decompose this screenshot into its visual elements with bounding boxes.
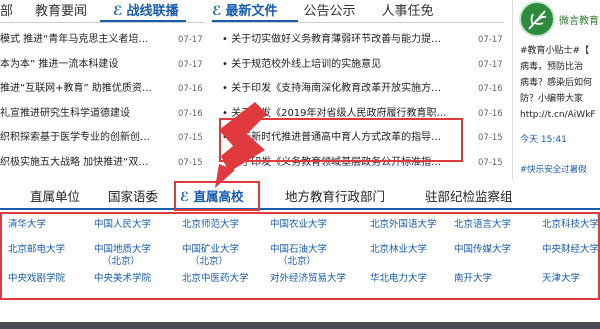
tab-frontline-label: 战线联播	[126, 4, 179, 19]
news-date: 07-17	[178, 35, 203, 45]
highlight-box-university-grid	[0, 212, 600, 300]
active-underline-right	[212, 20, 298, 22]
tabs-right: ℰ 最新文件 公告公示 人事任免	[212, 0, 460, 22]
category-tabs: 直属单位 国家语委 ℰ 直属高校 地方教育行政部门 驻部纪检监察组	[0, 184, 600, 210]
news-title[interactable]: • 关于切实做好义务教育薄弱环节改善与能力提…	[222, 28, 454, 53]
divider-left	[0, 22, 205, 23]
list-item[interactable]: 推进“互联网+教育” 助推优质资… 07-16	[0, 77, 205, 102]
news-title[interactable]: • 关于印发《支持海南深化教育改革开放实施方…	[222, 77, 454, 102]
weibo-logo[interactable]	[519, 1, 555, 37]
weibo-hashtag[interactable]: #快乐安全过暑假	[520, 163, 587, 175]
news-date: 07-17	[178, 59, 203, 70]
tab-latest-docs-label: 最新文件	[225, 4, 278, 19]
cap-icon: ℰ	[113, 4, 123, 19]
tab-education-news[interactable]: 教育要闻	[35, 0, 87, 22]
list-item[interactable]: 本为本” 推进一流本科建设 07-17	[0, 53, 205, 78]
news-date: 07-17	[478, 35, 503, 45]
weibo-brand[interactable]: 微言教育	[559, 12, 599, 27]
weibo-text: 防？小编带大家	[520, 94, 584, 104]
cap-icon: ℰ	[212, 4, 222, 19]
tab-personnel[interactable]: 人事任免	[382, 0, 434, 22]
news-title[interactable]: • 关于规范校外线上培训的实施意见	[222, 53, 454, 78]
bullet: •	[222, 34, 232, 45]
highlight-box-universities	[174, 181, 260, 211]
weibo-link[interactable]: http://t.cn/AiWkF	[520, 108, 596, 122]
list-item[interactable]: • 关于印发《支持海南深化教育改革开放实施方… 07-16	[222, 77, 503, 102]
weibo-text: 病毒？感染后如何	[520, 78, 593, 88]
news-date: 07-16	[478, 84, 503, 94]
tab-latest-docs[interactable]: ℰ 最新文件	[212, 0, 278, 22]
leaf-icon	[528, 10, 547, 30]
weibo-text: 病毒，预防比治	[520, 62, 584, 72]
news-title[interactable]: 织极实施五大战略 加快推进“双…	[0, 151, 165, 176]
bullet: •	[222, 58, 232, 70]
news-date: 07-15	[478, 157, 503, 168]
news-list-left: 模式 推进“青年马克思主义者培… 07-17 本为本” 推进一流本科建设 07-17…	[0, 28, 205, 175]
weibo-card: 微言教育 #教育小贴士#【 病毒，预防比治 病毒？感染后如何 防？小编带大家 h…	[512, 0, 600, 180]
news-title-text: 关于规范校外线上培训的实施意见	[231, 58, 382, 70]
weibo-time[interactable]: 今天 15:41	[520, 132, 567, 145]
list-item[interactable]: 织极实施五大战略 加快推进“双… 07-15	[0, 151, 205, 176]
news-title-text: 关于切实做好义务教育薄弱环节改善与能力提…	[231, 34, 442, 45]
news-title[interactable]: 本为本” 推进一流本科建设	[0, 53, 165, 78]
news-title[interactable]: 礼宣推进研究生科学道德建设	[0, 102, 165, 127]
bullet: •	[222, 83, 232, 94]
list-item[interactable]: 织积探索基于医学专业的创新创… 07-15	[0, 126, 205, 151]
news-date: 07-15	[178, 133, 203, 143]
news-date: 07-15	[178, 157, 203, 168]
news-title[interactable]: 推进“互联网+教育” 助推优质资…	[0, 77, 165, 102]
tab-frontline[interactable]: ℰ 战线联播	[113, 0, 179, 22]
list-item[interactable]: 礼宣推进研究生科学道德建设 07-16	[0, 102, 205, 127]
tab-local-education-dept[interactable]: 地方教育行政部门	[285, 186, 385, 205]
tab-announcements[interactable]: 公告公示	[304, 0, 356, 22]
news-date: 07-16	[178, 84, 203, 94]
list-item[interactable]: • 关于切实做好义务教育薄弱环节改善与能力提… 07-17	[222, 28, 503, 53]
active-underline-left	[100, 20, 186, 22]
tab-discipline-inspection[interactable]: 驻部纪检监察组	[425, 186, 513, 205]
weibo-text: #教育小贴士#【	[520, 46, 590, 56]
news-date: 07-16	[478, 108, 503, 119]
category-underline	[0, 208, 600, 210]
news-date: 07-15	[478, 133, 503, 143]
news-title[interactable]: 模式 推进“青年马克思主义者培…	[0, 28, 165, 53]
tabs-left: 部 教育要闻 ℰ 战线联播	[0, 0, 205, 22]
tab-direct-units[interactable]: 直属单位	[30, 186, 80, 205]
news-date: 07-17	[478, 59, 503, 70]
news-title-text: 关于印发《支持海南深化教育改革开放实施方…	[231, 83, 442, 94]
page-root: { "tabs_left": [ {"label": "部"}, {"label…	[0, 0, 600, 329]
divider-right	[212, 22, 504, 23]
news-date: 07-16	[178, 108, 203, 119]
tab-language-commission[interactable]: 国家语委	[108, 186, 158, 205]
footer-bar	[0, 322, 600, 329]
tab-1[interactable]: 部	[0, 0, 13, 22]
list-item[interactable]: • 关于规范校外线上培训的实施意见 07-17	[222, 53, 503, 78]
news-title[interactable]: 织积探索基于医学专业的创新创…	[0, 126, 165, 151]
list-item[interactable]: 模式 推进“青年马克思主义者培… 07-17	[0, 28, 205, 53]
